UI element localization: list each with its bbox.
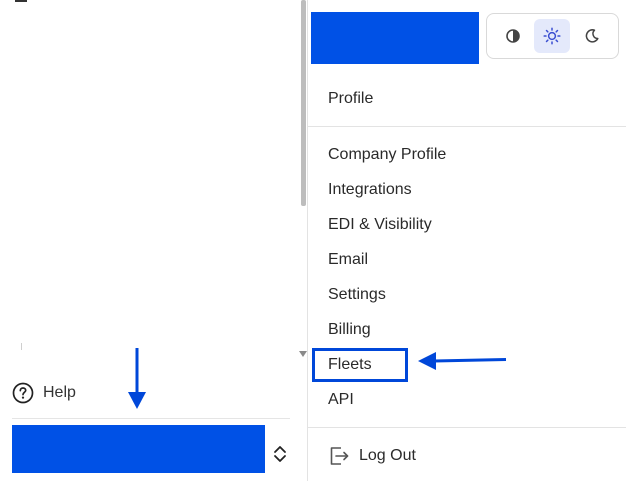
menu-divider bbox=[308, 126, 626, 127]
logout-button[interactable]: Log Out bbox=[328, 444, 416, 468]
menu-item-billing[interactable]: Billing bbox=[328, 320, 371, 340]
menu-item-integrations[interactable]: Integrations bbox=[328, 180, 412, 200]
help-link[interactable]: Help bbox=[12, 380, 76, 406]
question-circle-icon bbox=[12, 382, 34, 404]
account-switcher-redacted[interactable] bbox=[12, 425, 265, 473]
account-menu: Profile Company Profile Integrations EDI… bbox=[307, 0, 626, 481]
annotation-arrow-down bbox=[128, 348, 146, 409]
menu-item-company-profile[interactable]: Company Profile bbox=[328, 145, 446, 165]
menu-item-profile[interactable]: Profile bbox=[328, 89, 373, 109]
annotation-highlight-box bbox=[312, 348, 408, 382]
menu-item-edi-visibility[interactable]: EDI & Visibility bbox=[328, 215, 432, 235]
help-label: Help bbox=[43, 384, 76, 401]
theme-system-button[interactable] bbox=[495, 19, 531, 53]
sidebar: Help bbox=[0, 0, 300, 481]
page: Help Profile Company Profile Integration… bbox=[0, 0, 626, 481]
menu-divider bbox=[308, 427, 626, 428]
annotation-arrow-left bbox=[418, 352, 507, 370]
sidebar-tick bbox=[21, 343, 22, 350]
contrast-icon bbox=[506, 29, 520, 43]
logout-icon bbox=[330, 447, 349, 465]
moon-icon bbox=[585, 29, 599, 43]
theme-dark-button[interactable] bbox=[574, 19, 610, 53]
menu-header-redacted bbox=[311, 12, 479, 64]
sun-icon bbox=[543, 27, 562, 45]
scroll-caret-icon bbox=[299, 351, 307, 357]
menu-item-api[interactable]: API bbox=[328, 390, 354, 410]
sidebar-top-mark bbox=[15, 0, 27, 2]
sidebar-divider bbox=[12, 418, 290, 419]
menu-item-settings[interactable]: Settings bbox=[328, 285, 386, 305]
theme-light-button[interactable] bbox=[534, 19, 571, 53]
theme-switcher bbox=[486, 13, 619, 59]
menu-item-email[interactable]: Email bbox=[328, 250, 368, 270]
chevron-up-down-icon[interactable] bbox=[272, 444, 288, 464]
scrollbar-thumb[interactable] bbox=[301, 0, 306, 206]
logout-label: Log Out bbox=[359, 447, 416, 464]
